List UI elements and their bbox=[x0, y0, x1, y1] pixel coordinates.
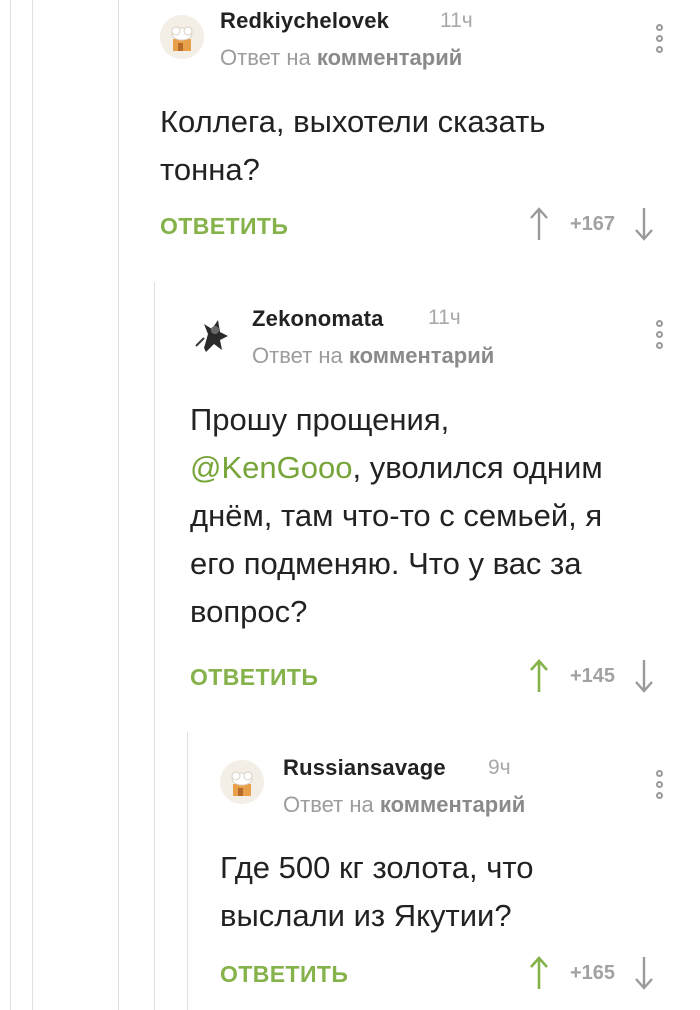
reply-target-link[interactable]: комментарий bbox=[349, 343, 494, 368]
author-name[interactable]: Russiansavage bbox=[283, 755, 446, 781]
comment-text: Коллега, выхотели сказать тонна? bbox=[160, 98, 545, 194]
comment-text-line: @KenGooo, уволился одним bbox=[190, 444, 603, 492]
reply-to-info[interactable]: Ответ на комментарий bbox=[283, 792, 525, 818]
comment-text-line: вопрос? bbox=[190, 594, 308, 629]
comment-text: Где 500 кг золота, что выслали из Якутии… bbox=[220, 844, 533, 940]
reply-target-link[interactable]: комментарий bbox=[317, 45, 462, 70]
comment-time: 11ч bbox=[428, 306, 461, 329]
comment-text-line: днём, там что-то с семьей, я bbox=[190, 498, 603, 533]
avatar[interactable] bbox=[220, 760, 264, 804]
more-options-icon[interactable] bbox=[654, 320, 664, 356]
vote-controls: +145 bbox=[528, 658, 655, 694]
author-name[interactable]: Zekonomata bbox=[252, 306, 384, 332]
more-options-icon[interactable] bbox=[654, 770, 664, 806]
chef-hat-house-icon bbox=[220, 760, 264, 804]
vote-controls: +167 bbox=[528, 206, 655, 242]
comment-text-line: выслали из Якутии? bbox=[220, 898, 512, 933]
upvote-arrow-icon[interactable] bbox=[528, 658, 550, 694]
upvote-arrow-icon[interactable] bbox=[528, 955, 550, 991]
comment-text-line: Где 500 кг золота, что bbox=[220, 850, 534, 885]
avatar[interactable] bbox=[160, 15, 204, 59]
reply-button[interactable]: ОТВЕТИТЬ bbox=[190, 664, 318, 691]
reply-prefix: Ответ на bbox=[220, 45, 311, 70]
reply-prefix: Ответ на bbox=[283, 792, 374, 817]
comment-time: 11ч bbox=[440, 9, 473, 32]
reply-button[interactable]: ОТВЕТИТЬ bbox=[220, 961, 348, 988]
comment-text-line: Прошу прощения, bbox=[190, 402, 450, 437]
comment-text: Прошу прощения, @KenGooo, уволился одним… bbox=[190, 396, 603, 636]
downvote-arrow-icon[interactable] bbox=[633, 206, 655, 242]
reply-to-info[interactable]: Ответ на комментарий bbox=[252, 343, 494, 369]
reply-prefix: Ответ на bbox=[252, 343, 343, 368]
downvote-arrow-icon[interactable] bbox=[633, 658, 655, 694]
comment-text-line: тонна? bbox=[160, 152, 260, 187]
author-name[interactable]: Redkiychelovek bbox=[220, 8, 389, 34]
upvote-arrow-icon[interactable] bbox=[528, 206, 550, 242]
comment-text-fragment: , уволился одним bbox=[352, 450, 603, 485]
comment-text-line: Коллега, выхотели сказать bbox=[160, 104, 546, 139]
comment-text-line: его подменяю. Что у вас за bbox=[190, 546, 582, 581]
dark-figure-icon bbox=[190, 312, 234, 356]
vote-score: +165 bbox=[570, 961, 616, 984]
more-options-icon[interactable] bbox=[654, 24, 664, 60]
user-mention-link[interactable]: @KenGooo bbox=[190, 450, 352, 485]
reply-target-link[interactable]: комментарий bbox=[380, 792, 525, 817]
comment-russiansavage: Russiansavage 9ч Ответ на комментарий Гд… bbox=[0, 732, 700, 1010]
comment-zekonomata: Zekonomata 11ч Ответ на комментарий Прош… bbox=[0, 282, 700, 712]
avatar[interactable] bbox=[190, 312, 234, 356]
downvote-arrow-icon[interactable] bbox=[633, 955, 655, 991]
comment-redkiychelovek: Redkiychelovek 11ч Ответ на комментарий … bbox=[0, 0, 700, 260]
reply-to-info[interactable]: Ответ на комментарий bbox=[220, 45, 462, 71]
chef-hat-house-icon bbox=[160, 15, 204, 59]
vote-score: +167 bbox=[570, 212, 616, 235]
vote-controls: +165 bbox=[528, 955, 655, 991]
reply-button[interactable]: ОТВЕТИТЬ bbox=[160, 213, 288, 240]
vote-score: +145 bbox=[570, 664, 616, 687]
comment-time: 9ч bbox=[488, 756, 511, 779]
